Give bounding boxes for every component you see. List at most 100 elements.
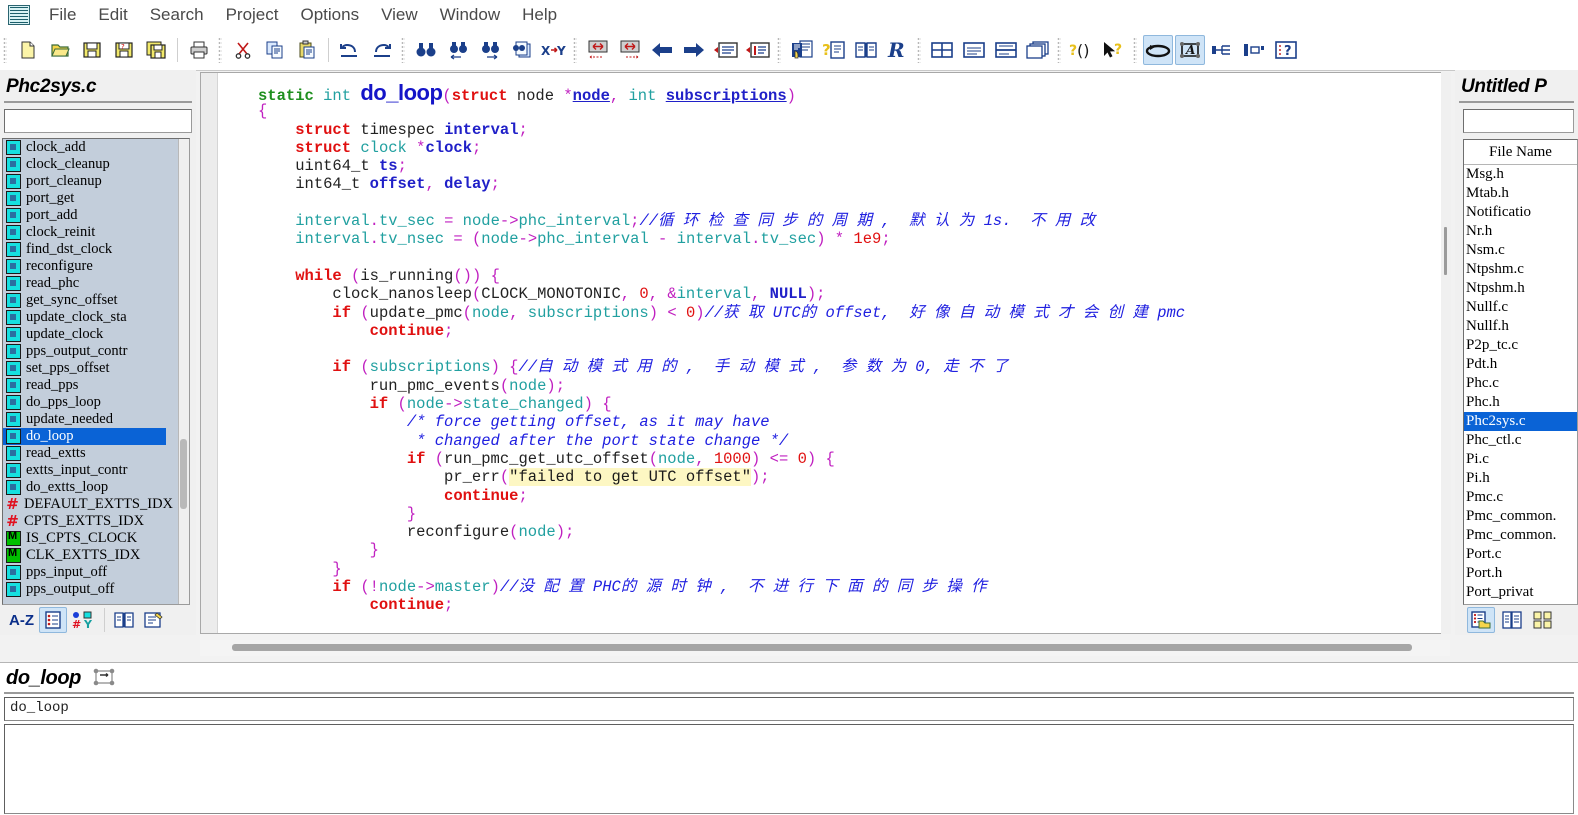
file-list-item[interactable]: Pmc_common. [1464,507,1577,526]
cascade-windows-icon[interactable] [1023,35,1053,65]
symbol-list-item[interactable]: do_pps_loop [3,394,189,411]
save-all-icon[interactable] [141,35,171,65]
symbol-list-item[interactable]: IS_CPTS_CLOCK [3,530,189,547]
file-list-item[interactable]: Port.h [1464,564,1577,583]
symbol-list-item[interactable]: clock_cleanup [3,156,189,173]
jump-back-icon[interactable] [743,35,773,65]
code-line[interactable] [218,340,1449,358]
file-list-item[interactable]: P2p_tc.c [1464,336,1577,355]
editor-gutter[interactable] [201,73,218,633]
file-list-item[interactable]: Nsm.c [1464,241,1577,260]
symbol-list-item[interactable]: clock_reinit [3,224,189,241]
scrollbar-thumb[interactable] [180,439,187,509]
symbol-list-item[interactable]: pps_output_contr [3,343,189,360]
symbol-list-item[interactable]: update_clock [3,326,189,343]
code-line[interactable]: interval.tv_sec = node->phc_interval;//循… [218,212,1449,230]
code-line[interactable]: } [218,505,1449,523]
scrollbar-thumb[interactable] [232,644,1412,651]
jump-to-definition-icon[interactable] [711,35,741,65]
file-list-item[interactable]: Phc_ctl.c [1464,431,1577,450]
file-list-item[interactable]: Pi.c [1464,450,1577,469]
code-line[interactable]: reconfigure(node); [218,523,1449,541]
file-list-item[interactable]: Msg.h [1464,165,1577,184]
file-list-item[interactable]: Nr.h [1464,222,1577,241]
code-line[interactable]: if (node->state_changed) { [218,395,1449,413]
menu-file[interactable]: File [38,2,87,28]
reference-book-icon[interactable] [110,607,138,633]
symbol-list-item[interactable]: CLK_EXTTS_IDX [3,547,189,564]
code-line[interactable]: static int do_loop(struct node *node, in… [218,82,1449,106]
file-list-item[interactable]: Pdt.h [1464,355,1577,374]
cut-scissors-icon[interactable] [228,35,258,65]
menu-project[interactable]: Project [215,2,290,28]
symbol-list-item[interactable]: pps_input_off [3,564,189,581]
symbol-list-item[interactable]: do_loop [3,428,166,445]
symbol-list-item[interactable]: CPTS_EXTTS_IDX [3,513,189,530]
file-list-item[interactable]: Notificatio [1464,203,1577,222]
reference-book-icon[interactable] [851,35,881,65]
code-line[interactable]: if (subscriptions) {//自 动 模 式 用 的 , 手 动 … [218,358,1449,376]
code-line[interactable]: struct timespec interval; [218,121,1449,139]
smart-rename-icon[interactable] [1143,35,1173,65]
file-list-item[interactable]: Nullf.h [1464,317,1577,336]
symbol-list-item[interactable]: clock_add [3,139,189,156]
editor-horizontal-scrollbar[interactable] [200,640,1450,656]
symbol-list-item[interactable]: get_sync_offset [3,292,189,309]
symbol-list-item[interactable]: find_dst_clock [3,241,189,258]
splitter-handle[interactable] [1444,227,1447,275]
symbol-list-item[interactable]: DEFAULT_EXTTS_IDX [3,496,189,513]
code-line[interactable]: } [218,560,1449,578]
file-list-item[interactable]: Phc.c [1464,374,1577,393]
code-text[interactable]: static int do_loop(struct node *node, in… [218,73,1449,633]
menu-help[interactable]: Help [511,2,568,28]
code-line[interactable]: continue; [218,322,1449,340]
symbol-window-icon[interactable]: A [1175,35,1205,65]
file-list-item[interactable]: Phc.h [1464,393,1577,412]
file-list-item[interactable]: Port_privat [1464,583,1577,602]
browse-project-symbols-icon[interactable] [787,35,817,65]
code-line[interactable]: clock_nanosleep(CLOCK_MONOTONIC, 0, &int… [218,285,1449,303]
find-in-files-icon[interactable] [507,35,537,65]
menu-window[interactable]: Window [429,2,511,28]
code-line[interactable]: if (!node->master)//没 配 置 PHC的 源 时 钟 , 不… [218,578,1449,596]
code-line[interactable]: continue; [218,487,1449,505]
symbol-list-icon[interactable] [39,607,67,633]
file-list-item[interactable]: Phc2sys.c [1464,412,1577,431]
symbol-list-item[interactable]: port_get [3,190,189,207]
syntax-formatting-icon[interactable]: ? [1271,35,1301,65]
forward-arrow-icon[interactable] [679,35,709,65]
symbol-filter-input[interactable] [4,109,192,133]
print-icon[interactable] [184,35,214,65]
file-list-item[interactable]: Nullf.c [1464,298,1577,317]
symbol-list-item[interactable]: pps_output_off [3,581,189,598]
context-help-icon[interactable]: ? [819,35,849,65]
code-line[interactable]: struct clock *clock; [218,139,1449,157]
project-files-icon[interactable] [1467,607,1495,633]
symbol-type-icon[interactable]: # Y [69,607,97,633]
vertical-splitter[interactable] [1441,72,1451,634]
code-line[interactable]: continue; [218,596,1449,614]
relation-window-icon[interactable]: R [883,35,913,65]
pointer-help-icon[interactable]: ? [1099,35,1129,65]
symbol-list-item[interactable]: port_cleanup [3,173,189,190]
context-symbol-field[interactable]: do_loop [4,697,1574,721]
single-pane-icon[interactable] [959,35,989,65]
symbol-list-item[interactable]: read_extts [3,445,189,462]
code-line[interactable] [218,249,1449,267]
context-body-text[interactable] [4,724,1574,814]
next-bookmark-icon[interactable] [615,35,645,65]
menu-search[interactable]: Search [139,2,215,28]
redo-icon[interactable] [367,35,397,65]
symbol-list-item[interactable]: do_extts_loop [3,479,189,496]
menu-options[interactable]: Options [290,2,371,28]
function-help-icon[interactable]: ?() [1067,35,1097,65]
code-line[interactable]: while (is_running()) { [218,267,1449,285]
code-line[interactable]: run_pmc_events(node); [218,377,1449,395]
open-folder-icon[interactable] [45,35,75,65]
symbol-list-item[interactable]: set_pps_offset [3,360,189,377]
copy-icon[interactable] [260,35,290,65]
file-list-item[interactable]: Ntpshm.c [1464,260,1577,279]
file-list-item[interactable]: Port.c [1464,545,1577,564]
toolbar-grip[interactable] [218,37,222,63]
toolbar-grip[interactable] [3,37,7,63]
